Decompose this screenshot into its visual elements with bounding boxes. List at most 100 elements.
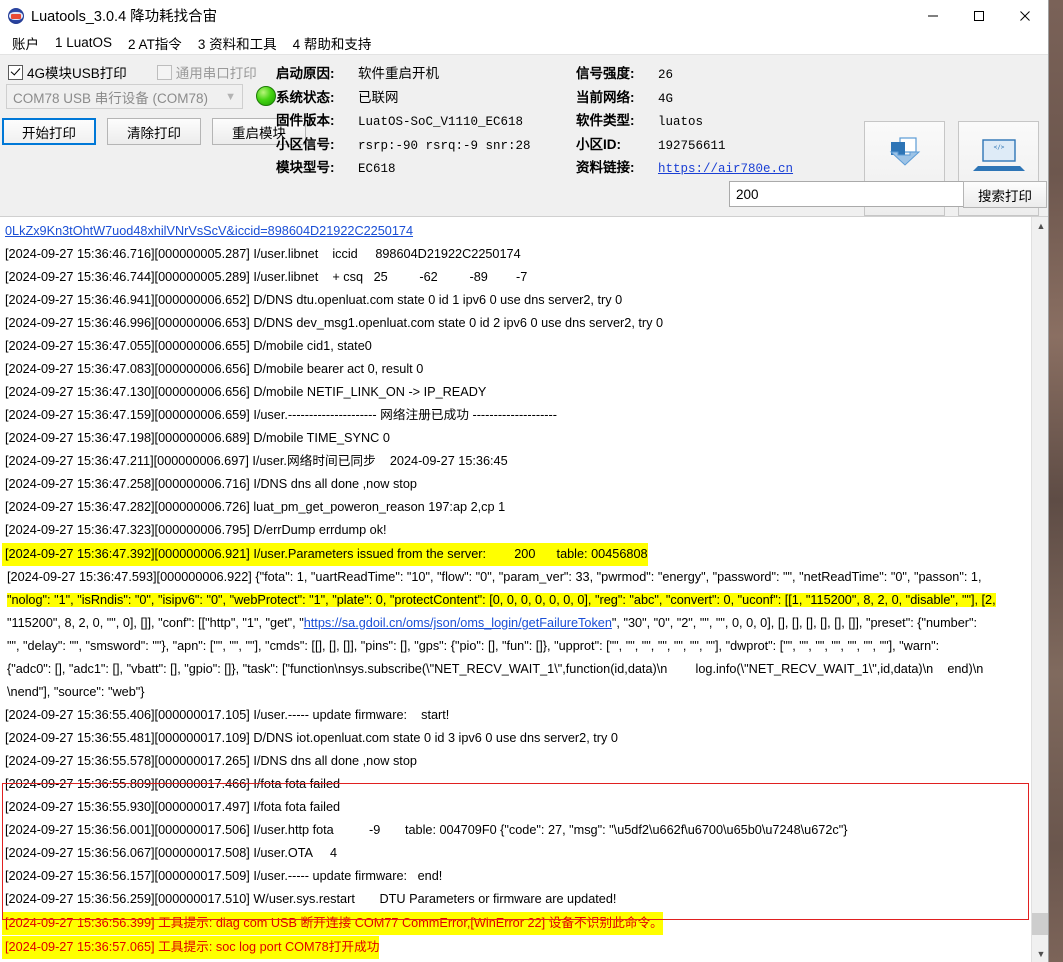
params-line-3-pre: "115200", 8, 2, 0, "", 0], []], "conf": … bbox=[7, 616, 304, 630]
svg-text:</>: </> bbox=[993, 144, 1004, 151]
menu-item-resources[interactable]: 3 资料和工具 bbox=[190, 31, 285, 55]
device-info-right: 信号强度: 26 当前网络: 4G 软件类型: luatos 小区ID: 192… bbox=[576, 62, 793, 180]
log-line: [2024-09-27 15:36:46.744][000000005.289]… bbox=[2, 266, 1031, 289]
log-line: [2024-09-27 15:36:55.481][000000017.109]… bbox=[2, 727, 1031, 750]
chevron-down-icon: ▼ bbox=[225, 91, 236, 103]
clear-print-button[interactable]: 清除打印 bbox=[107, 118, 201, 145]
log-line: [2024-09-27 15:36:47.198][000000006.689]… bbox=[2, 427, 1031, 450]
scrollbar-thumb[interactable] bbox=[1032, 913, 1048, 935]
log-line: [2024-09-27 15:36:47.159][000000006.659]… bbox=[2, 404, 1031, 427]
app-logo-icon bbox=[8, 8, 24, 24]
info-row-cell-id: 小区ID: 192756611 bbox=[576, 133, 793, 153]
info-key: 当前网络: bbox=[576, 86, 658, 106]
scroll-up-icon[interactable]: ▲ bbox=[1032, 217, 1049, 235]
menu-item-help[interactable]: 4 帮助和支持 bbox=[285, 31, 380, 55]
log-panel: 0LkZx9Kn3tOhtW7uod48xhilVNrVsScV&iccid=8… bbox=[0, 216, 1049, 962]
info-key: 模块型号: bbox=[276, 156, 358, 176]
info-key: 资料链接: bbox=[576, 156, 658, 176]
log-line: [2024-09-27 15:36:56.067][000000017.508]… bbox=[2, 842, 1031, 865]
log-line: [2024-09-27 15:36:47.130][000000006.656]… bbox=[2, 381, 1031, 404]
maximize-button[interactable] bbox=[956, 0, 1002, 31]
device-info-left: 启动原因: 软件重启开机 系统状态: 已联网 固件版本: LuatOS-SoC_… bbox=[276, 62, 531, 180]
connection-status-led bbox=[256, 86, 276, 106]
log-line: [2024-09-27 15:36:47.211][000000006.697]… bbox=[2, 450, 1031, 473]
port-select-value: COM78 USB 串行设备 (COM78) bbox=[13, 87, 225, 107]
checkbox-serial-print-box bbox=[157, 65, 172, 80]
log-line: [2024-09-27 15:36:56.001][000000017.506]… bbox=[2, 819, 1031, 842]
params-line-6: \nend"], "source": "web"} bbox=[2, 681, 1031, 704]
log-line: [2024-09-27 15:36:55.930][000000017.497]… bbox=[2, 796, 1031, 819]
log-line: [2024-09-27 15:36:47.282][000000006.726]… bbox=[2, 496, 1031, 519]
tool-info-line: [2024-09-27 15:36:57.065] 工具提示: soc log … bbox=[2, 936, 379, 959]
info-key: 启动原因: bbox=[276, 62, 358, 82]
checkbox-usb-print[interactable]: 4G模块USB打印 bbox=[8, 62, 127, 82]
params-line-2-text: "nolog": "1", "isRndis": "0", "isipv6": … bbox=[7, 593, 996, 607]
app-window: Luatools_3.0.4 降功耗找合宙 账户 1 LuatOS 2 AT指令… bbox=[0, 0, 1049, 962]
log-line: [2024-09-27 15:36:55.578][000000017.265]… bbox=[2, 750, 1031, 773]
checkbox-serial-print[interactable]: 通用串口打印 bbox=[157, 62, 257, 82]
search-print-button[interactable]: 搜索打印 bbox=[963, 181, 1047, 208]
info-row-software-type: 软件类型: luatos bbox=[576, 109, 793, 129]
checkbox-usb-print-label: 4G模块USB打印 bbox=[27, 62, 127, 82]
log-line: [2024-09-27 15:36:47.083][000000006.656]… bbox=[2, 358, 1031, 381]
menu-item-at-commands[interactable]: 2 AT指令 bbox=[120, 31, 190, 55]
log-line: [2024-09-27 15:36:47.323][000000006.795]… bbox=[2, 519, 1031, 542]
params-line-3-post: ", "30", "0", "2", "", "", 0, 0, 0], [],… bbox=[612, 616, 977, 630]
info-value: EC618 bbox=[358, 162, 396, 176]
failure-token-link[interactable]: https://sa.gdoil.cn/oms/json/oms_login/g… bbox=[304, 616, 612, 630]
info-row-firmware-version: 固件版本: LuatOS-SoC_V1110_EC618 bbox=[276, 109, 531, 129]
log-output[interactable]: 0LkZx9Kn3tOhtW7uod48xhilVNrVsScV&iccid=8… bbox=[0, 217, 1031, 962]
log-line: [2024-09-27 15:36:55.809][000000017.466]… bbox=[2, 773, 1031, 796]
info-key: 固件版本: bbox=[276, 109, 358, 129]
info-key: 软件类型: bbox=[576, 109, 658, 129]
info-value: 软件重启开机 bbox=[358, 62, 439, 82]
log-line-highlight-params: [2024-09-27 15:36:47.392][000000006.921]… bbox=[2, 543, 648, 566]
info-key: 信号强度: bbox=[576, 62, 658, 82]
iccid-link[interactable]: 0LkZx9Kn3tOhtW7uod48xhilVNrVsScV&iccid=8… bbox=[5, 224, 413, 238]
log-line: [2024-09-27 15:36:46.996][000000006.653]… bbox=[2, 312, 1031, 335]
close-button[interactable] bbox=[1002, 0, 1048, 31]
log-scrollbar[interactable]: ▲ ▼ bbox=[1031, 217, 1049, 962]
control-panel: 4G模块USB打印 通用串口打印 COM78 USB 串行设备 (COM78) … bbox=[0, 54, 1048, 171]
log-line: [2024-09-27 15:36:47.258][000000006.716]… bbox=[2, 473, 1031, 496]
params-line-5: {"adc0": [], "adc1": [], "vbatt": [], "g… bbox=[2, 658, 1031, 681]
scroll-down-icon[interactable]: ▼ bbox=[1032, 945, 1049, 962]
print-mode-checkboxes: 4G模块USB打印 通用串口打印 bbox=[8, 62, 257, 82]
params-line-2: "nolog": "1", "isRndis": "0", "isipv6": … bbox=[2, 589, 1031, 612]
window-controls bbox=[910, 0, 1048, 31]
minimize-button[interactable] bbox=[910, 0, 956, 31]
info-value: rsrp:-90 rsrq:-9 snr:28 bbox=[358, 139, 531, 153]
log-line: [2024-09-27 15:36:47.055][000000006.655]… bbox=[2, 335, 1031, 358]
info-row-current-network: 当前网络: 4G bbox=[576, 86, 793, 106]
log-line: [2024-09-27 15:36:46.716][000000005.287]… bbox=[2, 243, 1031, 266]
info-row-docs-link: 资料链接: https://air780e.cn bbox=[576, 156, 793, 176]
search-input[interactable]: 200 ▼ bbox=[729, 181, 981, 207]
title-bar[interactable]: Luatools_3.0.4 降功耗找合宙 bbox=[0, 0, 1048, 31]
params-line-1: [2024-09-27 15:36:47.593][000000006.922]… bbox=[2, 566, 1031, 589]
log-line: [2024-09-27 15:36:56.157][000000017.509]… bbox=[2, 865, 1031, 888]
info-key: 系统状态: bbox=[276, 86, 358, 106]
menu-bar: 账户 1 LuatOS 2 AT指令 3 资料和工具 4 帮助和支持 bbox=[0, 31, 1048, 54]
checkbox-serial-print-label: 通用串口打印 bbox=[176, 62, 257, 82]
menu-item-account[interactable]: 账户 bbox=[4, 31, 47, 55]
params-line-3: "115200", 8, 2, 0, "", 0], []], "conf": … bbox=[2, 612, 1031, 635]
info-key: 小区ID: bbox=[576, 133, 658, 153]
log-line-header-link: 0LkZx9Kn3tOhtW7uod48xhilVNrVsScV&iccid=8… bbox=[2, 220, 1031, 243]
menu-item-luatos[interactable]: 1 LuatOS bbox=[47, 33, 120, 52]
info-value: 4G bbox=[658, 92, 673, 106]
log-line: [2024-09-27 15:36:46.941][000000006.652]… bbox=[2, 289, 1031, 312]
port-select[interactable]: COM78 USB 串行设备 (COM78) ▼ bbox=[6, 84, 243, 109]
info-row-module-model: 模块型号: EC618 bbox=[276, 156, 531, 176]
info-value: 192756611 bbox=[658, 139, 726, 153]
download-icon bbox=[882, 122, 928, 189]
search-input-value: 200 bbox=[736, 187, 963, 202]
start-print-button[interactable]: 开始打印 bbox=[2, 118, 96, 145]
checkbox-usb-print-box bbox=[8, 65, 23, 80]
laptop-code-icon: </> bbox=[972, 122, 1026, 189]
info-row-system-status: 系统状态: 已联网 bbox=[276, 86, 531, 106]
action-buttons: 开始打印 清除打印 重启模块 bbox=[2, 118, 306, 145]
info-value: LuatOS-SoC_V1110_EC618 bbox=[358, 115, 523, 129]
info-value: 26 bbox=[658, 68, 673, 82]
params-line-4: "", "delay": "", "smsword": ""}, "apn": … bbox=[2, 635, 1031, 658]
docs-link[interactable]: https://air780e.cn bbox=[658, 162, 793, 176]
